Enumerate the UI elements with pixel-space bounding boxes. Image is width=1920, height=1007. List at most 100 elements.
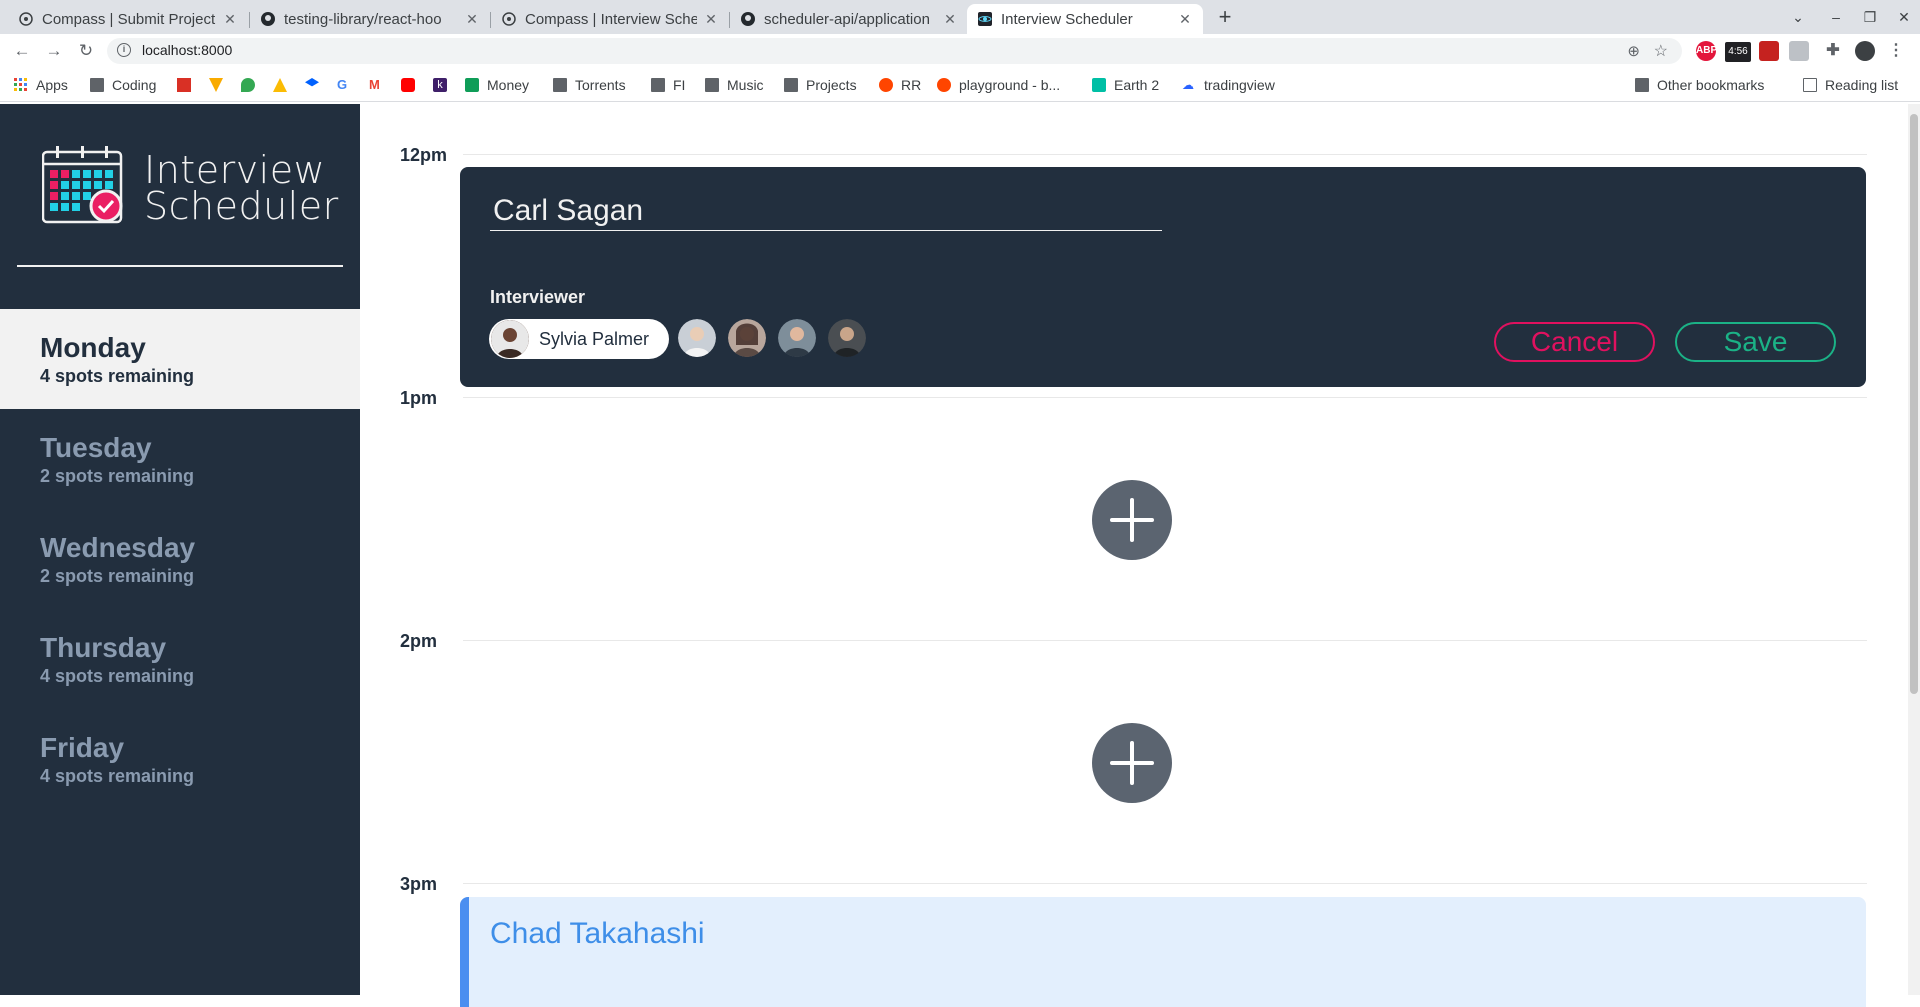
interviewer-avatar[interactable] — [678, 319, 716, 357]
cancel-button[interactable]: Cancel — [1494, 322, 1655, 362]
address-bar[interactable]: i localhost:8000 ⊕ ☆ — [107, 38, 1682, 64]
day-name: Thursday — [40, 632, 167, 663]
tab-scheduler-api[interactable]: scheduler-api/application ✕ — [730, 4, 968, 34]
zoom-icon[interactable]: ⊕ — [1627, 42, 1640, 60]
app-title-line2: Scheduler — [144, 184, 339, 228]
funnel-icon — [209, 78, 223, 92]
google-icon: G — [337, 77, 348, 92]
reddit-icon — [879, 78, 893, 92]
forward-icon[interactable]: → — [44, 41, 64, 61]
close-icon[interactable]: ✕ — [703, 11, 719, 28]
scrollbar-thumb[interactable] — [1910, 114, 1918, 694]
gmail-icon: M — [369, 77, 380, 92]
day-item-thursday[interactable]: Thursday 4 spots remaining — [0, 609, 360, 709]
minimize-button[interactable]: – — [1825, 6, 1847, 28]
day-item-monday[interactable]: Monday 4 spots remaining — [0, 309, 360, 409]
bookmark-torrents[interactable]: Torrents — [553, 76, 626, 94]
puzzle-icon[interactable]: ✚ — [1823, 41, 1843, 61]
tab-search-icon[interactable]: ⌄ — [1787, 6, 1809, 28]
bookmark-fi[interactable]: FI — [651, 76, 685, 94]
bookmark-apps[interactable]: Apps — [14, 76, 68, 94]
folder-icon — [651, 78, 665, 92]
tradingview-icon: ☁ — [1182, 78, 1194, 92]
interviewer-avatar[interactable] — [828, 319, 866, 357]
bookmark-favicon[interactable] — [241, 76, 263, 94]
day-spots: 4 spots remaining — [40, 666, 195, 686]
clock-extension-icon[interactable]: 4:56 — [1725, 42, 1751, 62]
new-tab-button[interactable]: + — [1212, 4, 1238, 30]
bookmark-tradingview[interactable]: ☁ tradingview — [1182, 76, 1275, 94]
day-item-tuesday[interactable]: Tuesday 2 spots remaining — [0, 409, 360, 509]
slot-divider — [463, 640, 1867, 641]
bookmark-music[interactable]: Music — [705, 76, 764, 94]
adblock-icon[interactable]: ABP — [1696, 41, 1717, 61]
close-window-button[interactable]: ✕ — [1893, 6, 1915, 28]
bookmark-favicon[interactable] — [177, 76, 199, 94]
other-bookmarks[interactable]: Other bookmarks — [1635, 76, 1764, 94]
bookmark-projects[interactable]: Projects — [784, 76, 857, 94]
interviewer-selected[interactable]: Sylvia Palmer — [489, 319, 669, 359]
bookmark-rr[interactable]: RR — [879, 76, 921, 94]
bookmark-favicon[interactable]: k — [433, 76, 455, 94]
bookmark-playground[interactable]: playground - b... — [937, 76, 1060, 94]
tab-interview-scheduler[interactable]: Interview Scheduler ✕ — [967, 4, 1203, 34]
tab-compass-interview[interactable]: Compass | Interview Sche ✕ — [491, 4, 729, 34]
star-icon[interactable]: ☆ — [1654, 41, 1668, 61]
day-item-friday[interactable]: Friday 4 spots remaining — [0, 709, 360, 809]
bookmark-coding[interactable]: Coding — [90, 76, 156, 94]
student-name-input[interactable] — [490, 191, 1162, 231]
bookmark-label: Projects — [806, 77, 857, 93]
close-icon[interactable]: ✕ — [942, 11, 958, 28]
appointment-form: Interviewer Sylvia Palmer — [460, 167, 1866, 387]
bookmark-favicon[interactable]: G — [337, 76, 359, 94]
back-icon[interactable]: ← — [12, 41, 32, 61]
tab-react-hooks[interactable]: testing-library/react-hoo ✕ — [250, 4, 490, 34]
tab-compass-submit[interactable]: Compass | Submit Project ✕ — [8, 4, 248, 34]
profile-avatar[interactable] — [1855, 41, 1875, 61]
bookmark-label: Earth 2 — [1114, 77, 1160, 93]
bank-icon — [177, 78, 191, 92]
close-icon[interactable]: ✕ — [222, 11, 238, 28]
maximize-button[interactable]: ❐ — [1859, 6, 1881, 28]
k-icon: k — [433, 78, 447, 92]
extension-icon[interactable] — [1759, 41, 1779, 61]
tab-label: scheduler-api/application — [764, 10, 930, 28]
extension-icon[interactable] — [1789, 41, 1809, 61]
close-icon[interactable]: ✕ — [1177, 11, 1193, 28]
bookmark-favicon[interactable] — [401, 76, 423, 94]
folder-icon — [705, 78, 719, 92]
globe-icon — [18, 11, 34, 27]
day-name: Monday — [40, 332, 146, 363]
bookmark-favicon[interactable]: M — [369, 76, 391, 94]
close-icon[interactable]: ✕ — [464, 11, 480, 28]
bookmark-label: playground - b... — [959, 77, 1061, 93]
scrollbar[interactable] — [1908, 104, 1920, 995]
interviewer-avatar[interactable] — [728, 319, 766, 357]
appointment-card[interactable]: Chad Takahashi — [460, 897, 1866, 1007]
slot-divider — [463, 883, 1867, 884]
folder-icon — [553, 78, 567, 92]
save-button[interactable]: Save — [1675, 322, 1836, 362]
add-appointment-button[interactable] — [1092, 723, 1172, 803]
info-icon[interactable]: i — [117, 43, 131, 57]
tab-label: testing-library/react-hoo — [284, 10, 442, 28]
bookmark-favicon[interactable] — [305, 76, 327, 94]
bookmark-label: Coding — [112, 77, 157, 93]
reload-icon[interactable]: ↻ — [76, 41, 96, 61]
bookmark-earth2[interactable]: Earth 2 — [1092, 76, 1159, 94]
time-label: 2pm — [400, 631, 438, 651]
interviewer-avatar[interactable] — [778, 319, 816, 357]
bookmark-favicon[interactable] — [273, 76, 295, 94]
bookmarks-bar: Apps Coding G M k Money Torrents FI Musi… — [0, 68, 1920, 102]
sheets-icon — [465, 78, 479, 92]
folder-icon — [90, 78, 104, 92]
reading-list[interactable]: Reading list — [1803, 76, 1898, 94]
add-appointment-button[interactable] — [1092, 480, 1172, 560]
day-item-wednesday[interactable]: Wednesday 2 spots remaining — [0, 509, 360, 609]
url-text: localhost:8000 — [142, 42, 233, 58]
menu-icon[interactable]: ⋮ — [1886, 41, 1906, 61]
bookmark-label: Music — [727, 77, 764, 93]
bookmark-money[interactable]: Money — [465, 76, 529, 94]
tab-label: Interview Scheduler — [1001, 10, 1133, 28]
bookmark-favicon[interactable] — [209, 76, 231, 94]
